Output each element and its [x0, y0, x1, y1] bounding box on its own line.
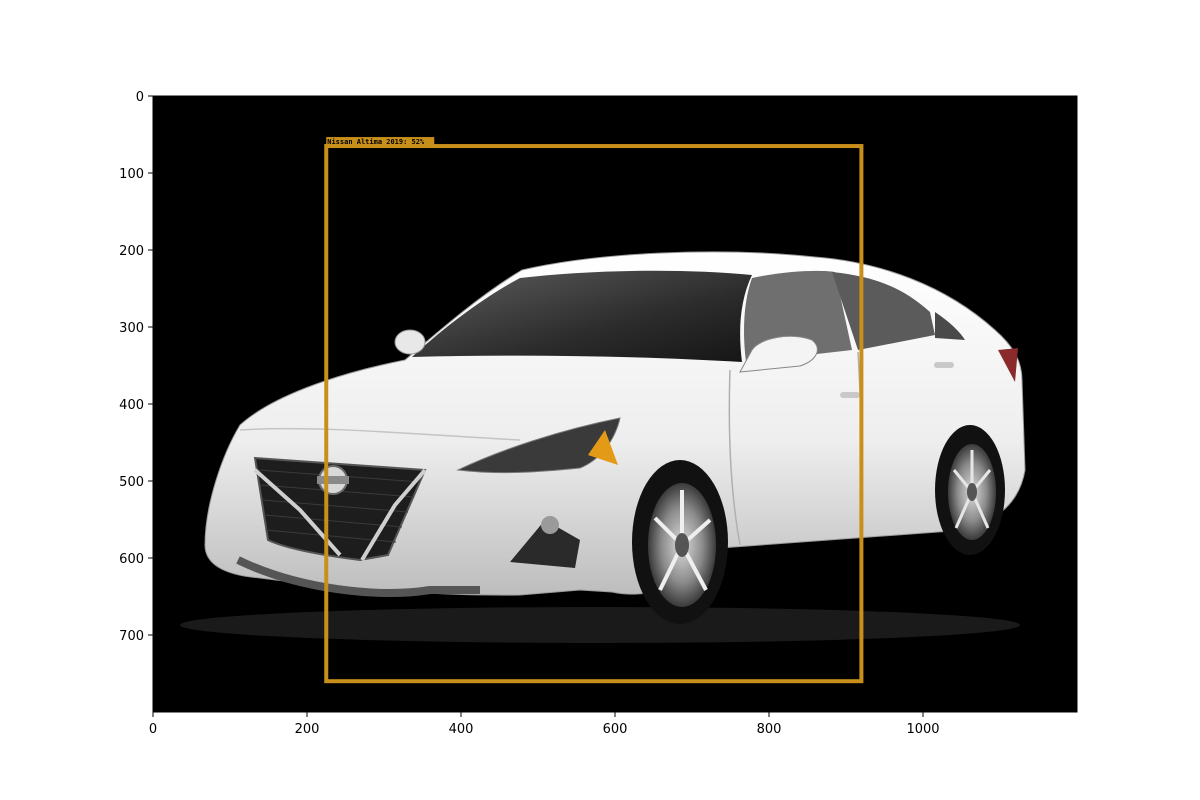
- x-tick-label: 800: [757, 722, 782, 737]
- x-axis: 0 200 400 600 800 1000: [149, 712, 940, 737]
- y-axis: 0 100 200 300 400 500 600 700: [119, 90, 153, 644]
- y-tick-label: 200: [119, 244, 144, 259]
- y-tick-label: 100: [119, 167, 144, 182]
- y-tick-label: 700: [119, 629, 144, 644]
- x-tick-label: 200: [295, 722, 320, 737]
- x-tick-label: 400: [449, 722, 474, 737]
- y-tick-label: 400: [119, 398, 144, 413]
- image-area: Nissan Altima 2019: 52%: [153, 96, 1077, 712]
- y-tick-label: 500: [119, 475, 144, 490]
- y-tick-label: 600: [119, 552, 144, 567]
- x-tick-label: 1000: [906, 722, 939, 737]
- x-tick-label: 0: [149, 722, 157, 737]
- car-front-wheel: [632, 460, 728, 624]
- y-tick-label: 300: [119, 321, 144, 336]
- figure: Nissan Altima 2019: 52% 0 200 400 600 800 100…: [119, 90, 1078, 737]
- x-tick-label: 600: [603, 722, 628, 737]
- car-rear-wheel: [935, 425, 1005, 555]
- y-tick-label: 0: [136, 90, 144, 105]
- detection-label: Nissan Altima 2019: 52%: [327, 138, 425, 146]
